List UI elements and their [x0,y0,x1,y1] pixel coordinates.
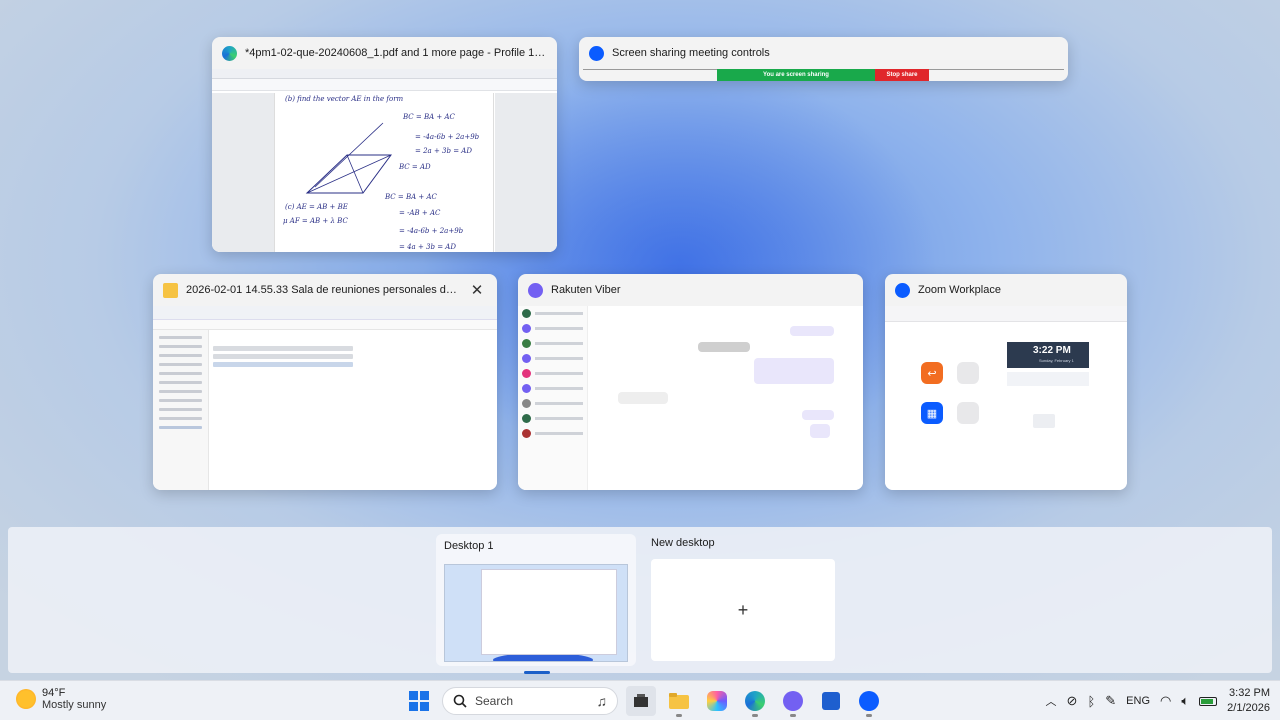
plus-icon: + [737,599,749,620]
taskbar-zoom[interactable] [854,686,884,717]
sun-icon [16,689,36,709]
zoom-icon [859,691,879,711]
close-icon[interactable]: ✕ [467,281,487,299]
zoom-icon [589,45,604,61]
new-desktop-label: New desktop [651,537,715,549]
start-button[interactable] [404,686,434,716]
hidden-tray-icon[interactable]: ⊘ [1067,693,1078,709]
window-card-zoom[interactable]: Zoom Workplace ↩ ▦ 3:22 PM Sunday, Febru… [885,274,1127,490]
zoom-clock-card: 3:22 PM Sunday, February 1 [1007,342,1089,368]
viber-icon [783,691,803,711]
desktop-1[interactable]: Desktop 1 [436,534,636,674]
language-indicator[interactable]: ENG [1126,695,1150,707]
search-box[interactable]: Search ♫ [442,687,618,715]
folder-icon [669,693,689,709]
taskbar-store[interactable] [816,686,846,716]
window-title: Screen sharing meeting controls [612,47,770,59]
virtual-desktops-bar: Desktop 1 New desktop + [8,527,1272,674]
task-view-icon [634,694,648,707]
window-title: Zoom Workplace [918,284,1001,296]
taskbar-copilot[interactable] [702,686,732,716]
copilot-icon [707,691,727,711]
search-label: Search [475,694,514,708]
taskbar-explorer[interactable] [664,686,694,717]
window-preview [518,306,863,490]
window-card-edge[interactable]: *4pm1-02-que-20240608_1.pdf and 1 more p… [212,37,557,252]
chevron-up-icon[interactable]: ︿ [1046,693,1057,709]
window-preview: (b) find the vector AE in the form BC = … [212,69,557,252]
weather-condition: Mostly sunny [42,699,107,711]
window-title: 2026-02-01 14.55.33 Sala de reuniones pe… [186,284,459,296]
desktop-1-thumbnail [444,564,628,662]
pdf-page-preview: (b) find the vector AE in the form BC = … [274,93,494,252]
search-highlight-icon: ♫ [596,693,608,709]
window-preview [153,306,497,490]
volume-icon[interactable]: 🔈︎ [1181,693,1189,709]
new-desktop-button[interactable]: + [651,559,835,661]
search-icon [453,694,467,708]
desktop-1-label: Desktop 1 [444,540,494,552]
window-title: *4pm1-02-que-20240608_1.pdf and 1 more p… [245,47,547,59]
weather-widget[interactable]: 94°F Mostly sunny [16,687,106,711]
clock-date: 2/1/2026 [1227,702,1270,714]
battery-icon[interactable] [1199,696,1218,706]
stop-share-button[interactable]: Stop share [875,69,929,81]
window-card-explorer[interactable]: 2026-02-01 14.55.33 Sala de reuniones pe… [153,274,497,490]
window-title: Rakuten Viber [551,284,621,296]
taskbar-viber[interactable] [778,686,808,717]
active-desktop-indicator [524,671,550,674]
sharing-status: You are screen sharing [717,69,875,81]
windows-icon [409,691,429,711]
zoom-icon [895,282,910,298]
window-preview: ↩ ▦ 3:22 PM Sunday, February 1 [885,306,1127,490]
viber-icon [528,282,543,298]
folder-icon [163,282,178,298]
wifi-icon[interactable]: ◠ [1160,693,1171,709]
edge-icon [222,45,237,61]
taskbar-edge[interactable] [740,686,770,717]
window-card-share-controls[interactable]: Screen sharing meeting controls You are … [579,37,1068,81]
edge-icon [745,691,765,711]
weather-temp: 94°F [42,687,66,699]
bluetooth-icon[interactable]: ᛒ [1087,694,1095,709]
clock-time: 3:32 PM [1229,687,1270,699]
window-card-viber[interactable]: Rakuten Viber [518,274,863,490]
store-icon [822,692,840,710]
share-toolbar: You are screen sharing Stop share [717,69,929,81]
taskbar: 94°F Mostly sunny Search ♫ ︿ ⊘ ᛒ ✎ ENG ◠… [0,680,1280,720]
system-tray: ︿ ⊘ ᛒ ✎ ENG ◠ 🔈︎ 3:32 PM 2/1/2026 [1046,681,1270,720]
clock[interactable]: 3:32 PM 2/1/2026 [1227,686,1270,716]
pen-icon[interactable]: ✎ [1105,693,1116,709]
task-view-button[interactable] [626,686,656,716]
